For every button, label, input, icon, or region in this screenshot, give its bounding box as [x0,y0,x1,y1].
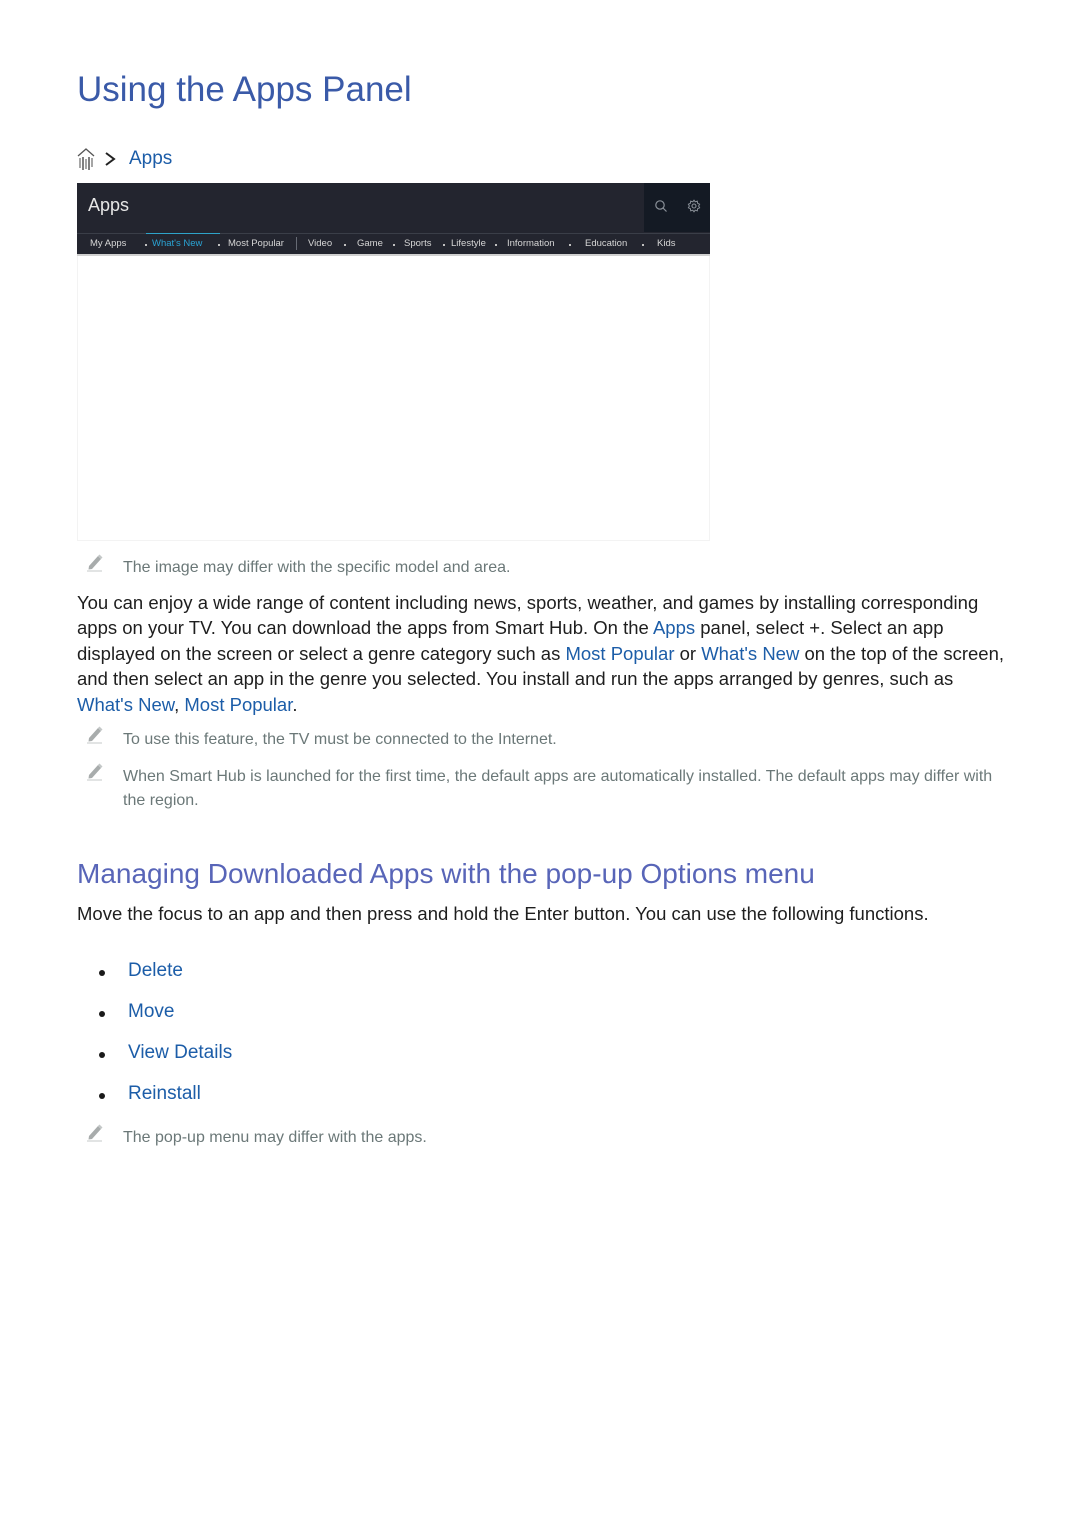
tab-separator-dot [393,244,395,246]
apps-panel-title: Apps [88,195,130,215]
list-item: Reinstall [96,1083,201,1124]
tab-separator-dot [218,244,220,246]
link-most-popular[interactable]: Most Popular [184,694,292,715]
tab-game[interactable]: Game [357,238,383,249]
breadcrumb: Apps [77,146,172,172]
tab-separator-dot [344,244,346,246]
tab-separator-dot [495,244,497,246]
tab-group-divider [296,237,297,250]
option-move[interactable]: Move [128,1001,174,1023]
bullet-icon [99,1052,105,1058]
tab-lifestyle[interactable]: Lifestyle [451,238,486,249]
home-icon [77,147,95,171]
apps-panel-screenshot: Apps My Apps What's New Most Popular Vid… [77,183,710,256]
note-text: The pop-up menu may differ with the apps… [123,1129,427,1146]
option-delete[interactable]: Delete [128,960,183,982]
tab-separator-dot [145,244,147,246]
link-whats-new[interactable]: What's New [77,694,174,715]
option-reinstall[interactable]: Reinstall [128,1083,201,1105]
tab-separator-dot [642,244,644,246]
intro-paragraph: You can enjoy a wide range of content in… [77,590,1012,717]
tab-most-popular[interactable]: Most Popular [228,238,284,249]
search-button[interactable] [644,183,678,232]
tab-whats-new[interactable]: What's New [152,238,202,249]
note-text: When Smart Hub is launched for the first… [123,768,993,809]
options-list: Delete Move View Details Reinstall [96,960,232,1124]
list-item: Move [96,1001,174,1042]
bullet-icon [99,1093,105,1099]
note-default-apps: When Smart Hub is launched for the first… [85,763,992,809]
pencil-icon [85,724,105,744]
link-most-popular[interactable]: Most Popular [565,643,674,664]
link-apps[interactable]: Apps [653,617,695,638]
intro-text: , [174,693,185,715]
tab-information[interactable]: Information [507,238,555,249]
pencil-icon [85,1122,105,1142]
active-tab-indicator [146,233,220,234]
tab-sports[interactable]: Sports [404,238,431,249]
note-internet: To use this feature, the TV must be conn… [85,726,557,748]
pencil-icon [85,552,105,572]
panel-image-area [77,256,710,541]
intro-text: or [674,642,702,664]
tab-video[interactable]: Video [308,238,332,249]
section-body: Move the focus to an app and then press … [77,903,929,924]
section-heading: Managing Downloaded Apps with the pop-up… [77,858,815,889]
note-text: To use this feature, the TV must be conn… [123,731,557,748]
breadcrumb-item-apps[interactable]: Apps [129,148,172,170]
tab-education[interactable]: Education [585,238,627,249]
tab-my-apps[interactable]: My Apps [90,238,126,249]
search-icon [654,198,668,217]
intro-text: . [292,693,298,715]
bullet-icon [99,1011,105,1017]
note-image-differs: The image may differ with the specific m… [85,554,510,576]
settings-button[interactable] [677,183,710,232]
apps-category-tabs: My Apps What's New Most Popular Video Ga… [77,233,710,256]
pencil-icon [85,761,105,781]
note-popup-menu: The pop-up menu may differ with the apps… [85,1124,427,1146]
option-view-details[interactable]: View Details [128,1042,232,1064]
list-item: Delete [96,960,183,1001]
tab-separator-dot [569,244,571,246]
tab-kids[interactable]: Kids [657,238,675,249]
chevron-right-icon [103,150,117,168]
tab-separator-dot [443,244,445,246]
list-item: View Details [96,1042,232,1083]
note-text: The image may differ with the specific m… [123,559,511,576]
page-title: Using the Apps Panel [77,70,412,109]
gear-icon [687,198,701,217]
bullet-icon [99,970,105,976]
apps-panel-header: Apps [77,183,710,232]
link-whats-new[interactable]: What's New [701,643,799,664]
